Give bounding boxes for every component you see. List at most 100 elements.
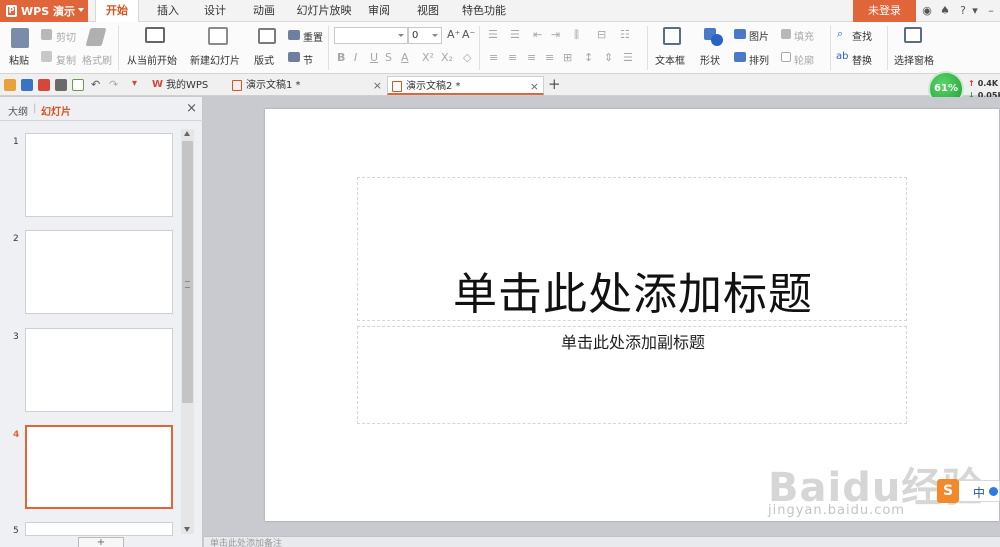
chevron-down-icon[interactable]: ▾ xyxy=(968,4,982,18)
notes-area[interactable]: 单击此处添加备注 xyxy=(204,536,1000,547)
add-slide-button[interactable]: + xyxy=(78,537,124,547)
format-painter-button[interactable]: 格式刷 xyxy=(82,52,112,67)
replace-button[interactable]: 替换 xyxy=(852,52,872,67)
tab-presentation-1[interactable]: 演示文稿1 * × xyxy=(228,76,386,95)
print-preview-icon[interactable] xyxy=(72,79,84,91)
tab-view[interactable]: 视图 xyxy=(413,0,443,22)
close-icon[interactable]: × xyxy=(186,101,197,116)
open-folder-icon[interactable] xyxy=(4,79,16,91)
new-slide-icon[interactable] xyxy=(208,27,228,45)
slide-thumbnail-2[interactable] xyxy=(25,230,173,314)
text-box-icon[interactable] xyxy=(663,27,681,45)
tab-special[interactable]: 特色功能 xyxy=(458,0,510,22)
numbering-icon[interactable]: ☰ xyxy=(510,28,520,41)
tab-slideshow[interactable]: 幻灯片放映 xyxy=(293,0,355,22)
shrink-font-icon[interactable]: A⁻ xyxy=(462,28,475,41)
scroll-up-icon[interactable] xyxy=(184,131,190,136)
arrange-button[interactable]: 排列 xyxy=(749,52,769,67)
align-text-icon[interactable]: ⊟ xyxy=(597,28,606,41)
subscript-icon[interactable]: X₂ xyxy=(441,51,453,64)
paste-button[interactable]: 粘贴 xyxy=(9,52,29,67)
close-icon[interactable]: × xyxy=(373,76,382,95)
grow-font-icon[interactable]: A⁺ xyxy=(447,28,460,41)
line-spacing-icon[interactable]: ↕ xyxy=(584,51,593,64)
slide-thumbnail-5[interactable] xyxy=(25,522,173,536)
paragraph-spacing-icon[interactable]: ⇕ xyxy=(604,51,613,64)
underline-icon[interactable]: U xyxy=(370,51,378,64)
skin-icon[interactable]: ◉ xyxy=(920,4,934,18)
font-size-combo[interactable]: 0 xyxy=(408,27,442,44)
superscript-icon[interactable]: X² xyxy=(422,51,434,64)
app-menu-button[interactable]: P WPS 演示 xyxy=(0,0,88,22)
align-right-icon[interactable]: ≡ xyxy=(527,51,536,64)
tab-slides[interactable]: 幻灯片 xyxy=(41,103,71,118)
ime-status-icon[interactable] xyxy=(989,487,998,496)
from-current-button[interactable]: 从当前开始 xyxy=(127,52,177,67)
reset-button[interactable]: 重置 xyxy=(303,29,323,44)
minimize-icon[interactable]: – xyxy=(984,4,998,18)
fill-button[interactable]: 填充 xyxy=(794,28,814,43)
selection-pane-button[interactable]: 选择窗格 xyxy=(894,52,934,67)
new-tab-icon[interactable]: + xyxy=(548,75,561,93)
customize-icon[interactable]: ▾ xyxy=(132,78,137,89)
tab-presentation-2[interactable]: 演示文稿2 * × xyxy=(387,76,544,95)
login-button[interactable]: 未登录 xyxy=(853,0,916,22)
justify-icon[interactable]: ≡ xyxy=(545,51,554,64)
italic-icon[interactable]: I xyxy=(354,51,357,64)
columns-icon[interactable]: ☷ xyxy=(620,28,630,41)
save-icon[interactable] xyxy=(21,79,33,91)
text-direction-icon[interactable]: ⫼ xyxy=(574,28,579,42)
align-left-icon[interactable]: ≡ xyxy=(489,51,498,64)
ime-toolbar[interactable]: S 中 xyxy=(937,479,1000,503)
cut-button[interactable]: 剪切 xyxy=(56,29,76,44)
tab-my-wps[interactable]: W 我的WPS xyxy=(148,76,228,95)
slide-thumbnail-1[interactable] xyxy=(25,133,173,217)
tab-design[interactable]: 设计 xyxy=(197,0,233,22)
close-icon[interactable]: × xyxy=(530,77,539,96)
tab-outline[interactable]: 大纲 xyxy=(8,103,28,118)
text-box-button[interactable]: 文本框 xyxy=(655,52,685,67)
bold-icon[interactable]: B xyxy=(337,51,345,64)
print-icon[interactable] xyxy=(55,79,67,91)
shirt-icon[interactable]: ♠ xyxy=(938,4,952,18)
title-placeholder[interactable]: 单击此处添加标题 xyxy=(357,177,907,321)
section-button[interactable]: 节 xyxy=(303,52,313,67)
tab-animation[interactable]: 动画 xyxy=(246,0,282,22)
subtitle-placeholder[interactable]: 单击此处添加副标题 xyxy=(357,326,907,424)
font-color-icon[interactable]: A xyxy=(401,51,409,64)
find-button[interactable]: 查找 xyxy=(852,28,872,43)
ime-language[interactable]: 中 xyxy=(973,484,985,501)
layout-icon[interactable] xyxy=(258,28,276,44)
tab-insert[interactable]: 插入 xyxy=(150,0,186,22)
undo-icon[interactable]: ↶ xyxy=(91,78,100,91)
layout-button[interactable]: 版式 xyxy=(254,52,274,67)
new-slide-button[interactable]: 新建幻灯片 xyxy=(190,52,240,67)
strikethrough-icon[interactable]: S xyxy=(385,51,392,64)
indent-settings-icon[interactable]: ☰ xyxy=(623,51,633,64)
distribute-icon[interactable]: ⊞ xyxy=(563,51,572,64)
selection-pane-icon[interactable] xyxy=(904,27,922,43)
scrollbar-thumb[interactable] xyxy=(182,141,193,403)
redo-icon[interactable]: ↷ xyxy=(109,78,118,91)
clear-format-icon[interactable]: ◇ xyxy=(463,51,471,64)
bullets-icon[interactable]: ☰ xyxy=(488,28,498,41)
copy-button[interactable]: 复制 xyxy=(56,52,76,67)
paste-icon[interactable] xyxy=(11,28,29,48)
align-center-icon[interactable]: ≡ xyxy=(508,51,517,64)
outline-button[interactable]: 轮廓 xyxy=(794,52,814,67)
font-name-combo[interactable] xyxy=(334,27,408,44)
decrease-indent-icon[interactable]: ⇤ xyxy=(533,28,542,41)
divider xyxy=(118,26,119,70)
slide-thumbnail-4[interactable] xyxy=(25,425,173,509)
increase-indent-icon[interactable]: ⇥ xyxy=(551,28,560,41)
tab-review[interactable]: 审阅 xyxy=(364,0,394,22)
slides-scrollbar[interactable] xyxy=(181,129,194,534)
slide-thumbnail-3[interactable] xyxy=(25,328,173,412)
shape-button[interactable]: 形状 xyxy=(700,52,720,67)
notes-placeholder: 单击此处添加备注 xyxy=(210,539,283,547)
picture-button[interactable]: 图片 xyxy=(749,28,769,43)
scroll-down-icon[interactable] xyxy=(184,527,190,532)
export-pdf-icon[interactable] xyxy=(38,79,50,91)
play-from-current-icon[interactable] xyxy=(145,27,165,43)
tab-home[interactable]: 开始 xyxy=(95,0,139,23)
